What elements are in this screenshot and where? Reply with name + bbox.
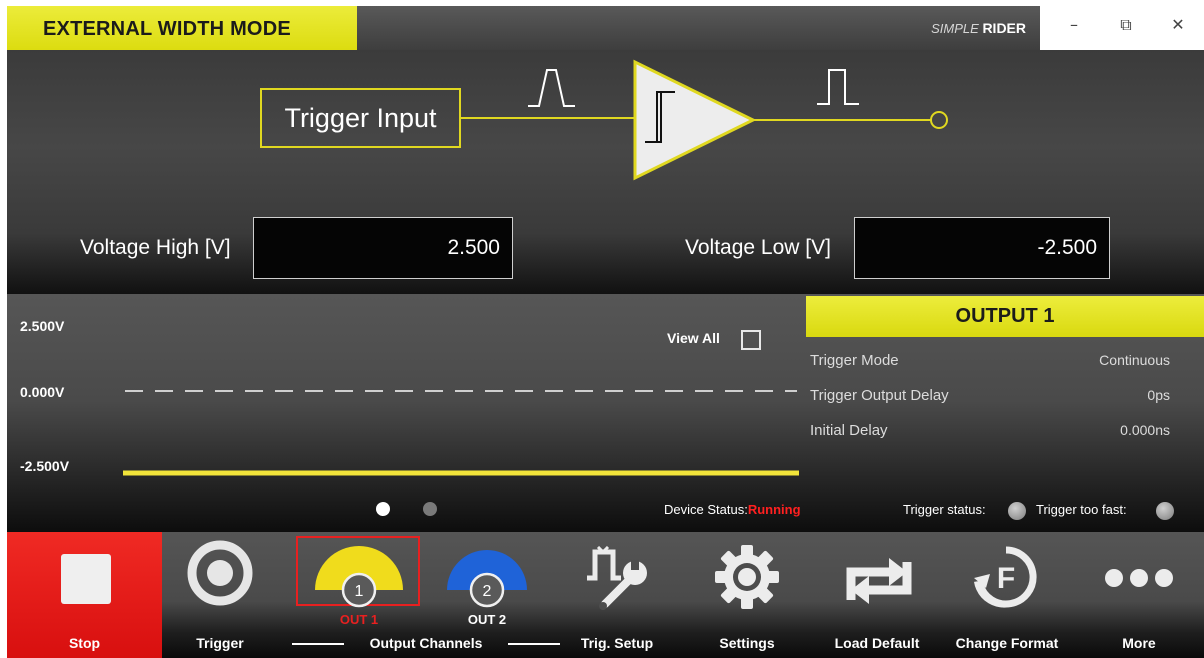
restore-button[interactable]: ⧉	[1106, 10, 1146, 40]
close-button[interactable]: ✕	[1158, 10, 1198, 40]
trigger-too-fast-led-icon	[1156, 502, 1174, 520]
trig-setup-icon	[587, 546, 647, 610]
out1-number: 1	[355, 583, 364, 600]
load-default-label: Load Default	[834, 635, 920, 651]
voltage-high-label: Voltage High [V]	[80, 236, 231, 259]
trigger-mode-label: Trigger Mode	[810, 352, 899, 369]
divider-left	[292, 643, 344, 645]
out2-number: 2	[483, 583, 492, 600]
stop-label: Stop	[68, 635, 101, 651]
bottom-toolbar: Stop Trigger 1 OUT 1 2 OUT 2 Output Chan…	[7, 532, 1204, 658]
output-pulse-icon	[817, 69, 859, 105]
output-channels-group: Output Channels	[292, 635, 560, 652]
trig-setup-label: Trig. Setup	[580, 635, 654, 651]
voltage-low-input[interactable]: -2.500	[854, 217, 1110, 279]
input-pulse-icon	[528, 69, 575, 107]
device-status: Device Status:Running	[664, 502, 801, 517]
output-terminal-icon	[930, 111, 948, 129]
output-channels-label: Output Channels	[369, 635, 483, 651]
view-all-label: View All	[667, 330, 720, 346]
more-label: More	[1122, 635, 1156, 651]
brand-simple: SIMPLE	[931, 21, 979, 36]
mode-tab: EXTERNAL WIDTH MODE	[7, 6, 357, 50]
trigger-icon	[187, 540, 253, 606]
brand-rider: RIDER	[982, 20, 1026, 36]
trigger-input-box: Trigger Input	[260, 88, 461, 148]
change-format-label: Change Format	[955, 635, 1059, 651]
device-status-value: Running	[747, 502, 801, 517]
trigger-output-delay-label: Trigger Output Delay	[810, 387, 949, 404]
load-default-icon	[846, 558, 912, 604]
page-indicator-dot-1[interactable]	[376, 502, 390, 516]
title-bar: EXTERNAL WIDTH MODE SIMPLE RIDER – ⧉ ✕	[0, 0, 1204, 50]
trigger-output-delay-value: 0ps	[1147, 387, 1170, 403]
out2-icon: 2	[447, 550, 527, 608]
brand-strip: SIMPLE RIDER	[357, 6, 1040, 50]
out1-icon: 1	[315, 546, 403, 608]
trigger-status-label: Trigger status:	[903, 502, 986, 517]
trigger-status-led-icon	[1008, 502, 1026, 520]
output-panel-title: OUTPUT 1	[806, 296, 1204, 337]
initial-delay-value: 0.000ns	[1120, 422, 1170, 438]
scope-panel: 2.500V 0.000V -2.500V View All OUTPUT 1 …	[7, 294, 1204, 532]
gear-icon	[715, 545, 779, 609]
stop-button[interactable]: Stop	[7, 532, 162, 658]
page-indicator-dot-2[interactable]	[423, 502, 437, 516]
trigger-label: Trigger	[196, 635, 244, 651]
trigger-mode-value: Continuous	[1099, 352, 1170, 368]
voltage-low-label: Voltage Low [V]	[685, 236, 831, 259]
divider-right	[508, 643, 560, 645]
out2-label: OUT 2	[467, 612, 507, 627]
initial-delay-label: Initial Delay	[810, 422, 888, 439]
schmitt-buffer-icon	[633, 59, 757, 181]
more-icon	[1105, 569, 1173, 587]
brand-logo: SIMPLE RIDER	[931, 20, 1026, 36]
svg-text:F: F	[997, 562, 1015, 595]
change-format-icon: F	[973, 546, 1037, 608]
minimize-button[interactable]: –	[1054, 10, 1094, 40]
mode-title: EXTERNAL WIDTH MODE	[43, 18, 291, 40]
voltage-high-input[interactable]: 2.500	[253, 217, 513, 279]
stop-icon	[61, 554, 111, 604]
settings-label: Settings	[719, 635, 775, 651]
out1-label: OUT 1	[339, 612, 379, 627]
signal-diagram-panel: Trigger Input Voltage High [V] 2.500 Vol…	[7, 50, 1204, 294]
device-status-label: Device Status:	[664, 502, 748, 517]
view-all-checkbox[interactable]	[741, 330, 761, 350]
trigger-too-fast-label: Trigger too fast:	[1036, 502, 1127, 517]
